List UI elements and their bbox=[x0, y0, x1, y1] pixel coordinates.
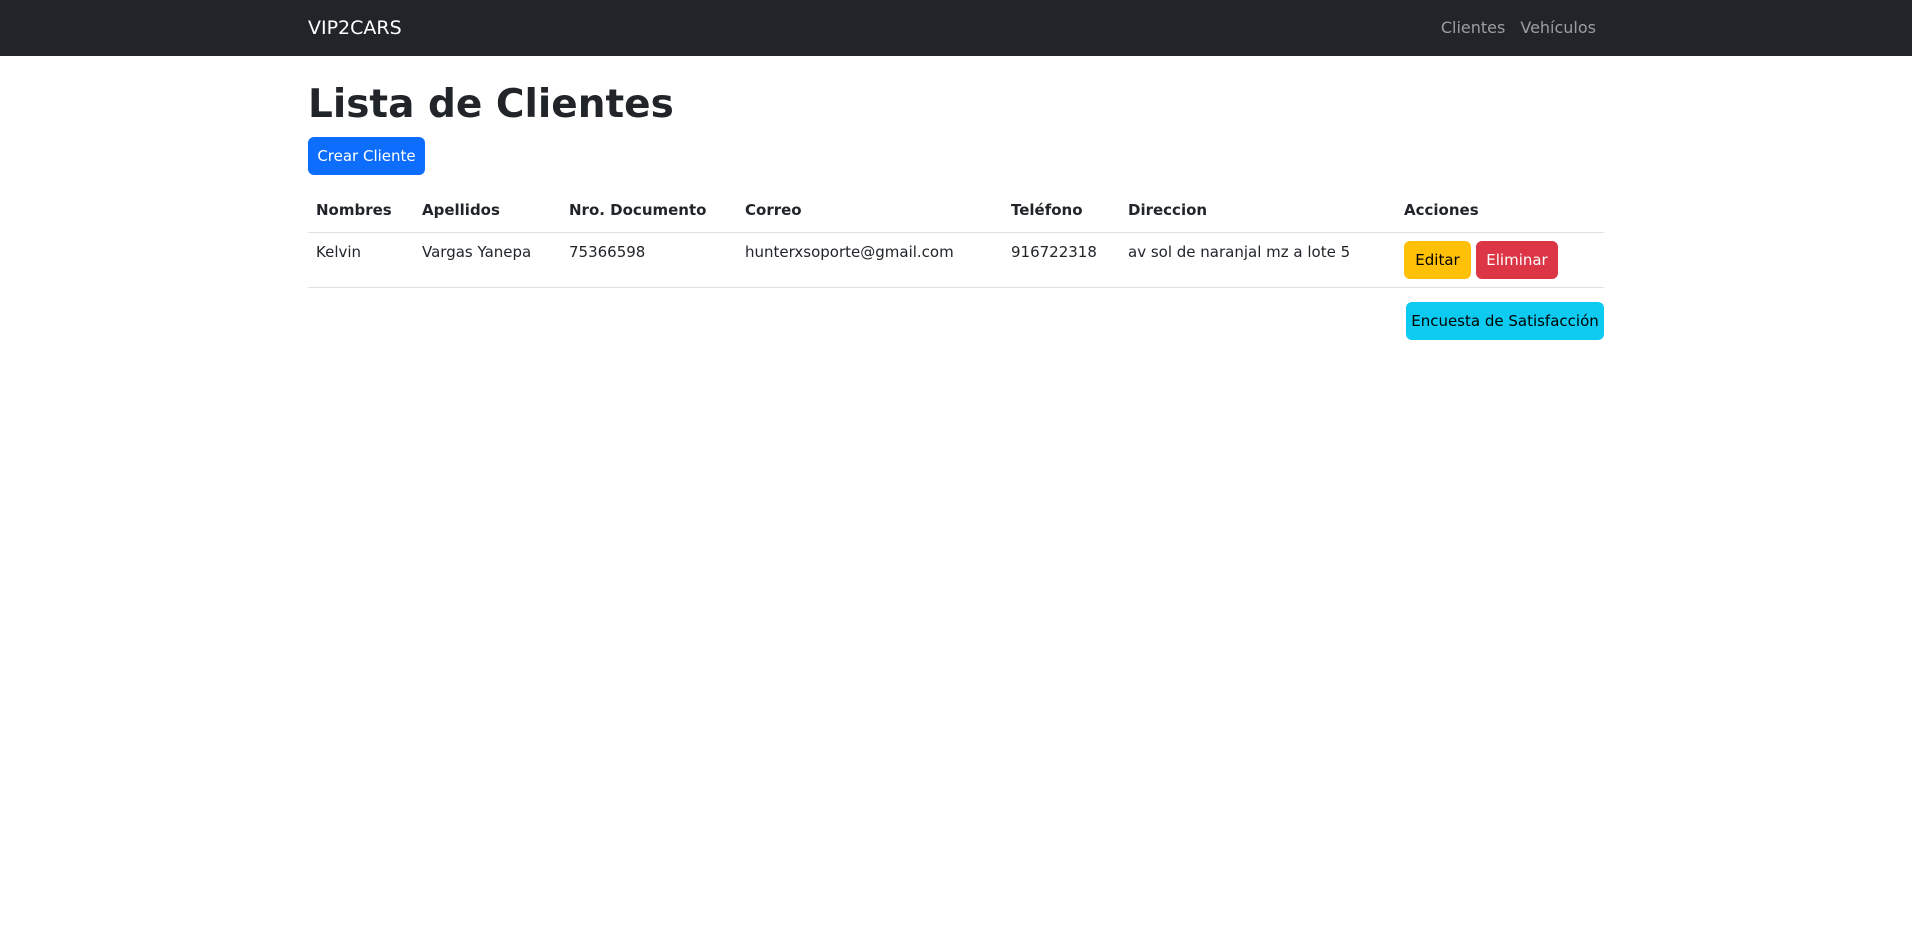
table-header: Nombres Apellidos Nro. Documento Correo … bbox=[308, 189, 1604, 232]
nav-link-clientes[interactable]: Clientes bbox=[1441, 18, 1506, 38]
clients-table: Nombres Apellidos Nro. Documento Correo … bbox=[308, 189, 1604, 288]
page-title: Lista de Clientes bbox=[308, 82, 674, 127]
edit-button[interactable]: Editar bbox=[1404, 240, 1471, 279]
navbar: VIP2CARS Clientes Vehículos bbox=[0, 0, 1912, 56]
nav-link-vehiculos[interactable]: Vehículos bbox=[1520, 18, 1596, 38]
header-nombres: Nombres bbox=[316, 201, 392, 219]
header-telefono: Teléfono bbox=[1011, 201, 1083, 219]
delete-button[interactable]: Eliminar bbox=[1476, 240, 1558, 279]
cell-apellidos: Vargas Yanepa bbox=[422, 242, 532, 261]
header-documento: Nro. Documento bbox=[569, 201, 707, 219]
header-correo: Correo bbox=[745, 201, 802, 219]
header-acciones: Acciones bbox=[1404, 201, 1479, 219]
header-apellidos: Apellidos bbox=[422, 201, 500, 219]
brand-link[interactable]: VIP2CARS bbox=[308, 17, 402, 39]
header-direccion: Direccion bbox=[1128, 201, 1208, 219]
cell-documento: 75366598 bbox=[569, 242, 646, 261]
cell-acciones: Editar Eliminar bbox=[1396, 232, 1604, 287]
survey-button[interactable]: Encuesta de Satisfacción bbox=[1406, 302, 1604, 340]
table-header-row: Nombres Apellidos Nro. Documento Correo … bbox=[308, 189, 1604, 232]
cell-correo: hunterxsoporte@gmail.com bbox=[745, 242, 954, 261]
cell-direccion: av sol de naranjal mz a lote 5 bbox=[1128, 242, 1351, 261]
nav-links: Clientes Vehículos bbox=[1441, 18, 1596, 38]
table-body: Kelvin Vargas Yanepa 75366598 hunterxsop… bbox=[308, 232, 1604, 287]
create-client-button[interactable]: Crear Cliente bbox=[308, 137, 425, 175]
cell-telefono: 916722318 bbox=[1011, 242, 1097, 261]
table-row: Kelvin Vargas Yanepa 75366598 hunterxsop… bbox=[308, 232, 1604, 287]
cell-nombres: Kelvin bbox=[316, 242, 362, 261]
